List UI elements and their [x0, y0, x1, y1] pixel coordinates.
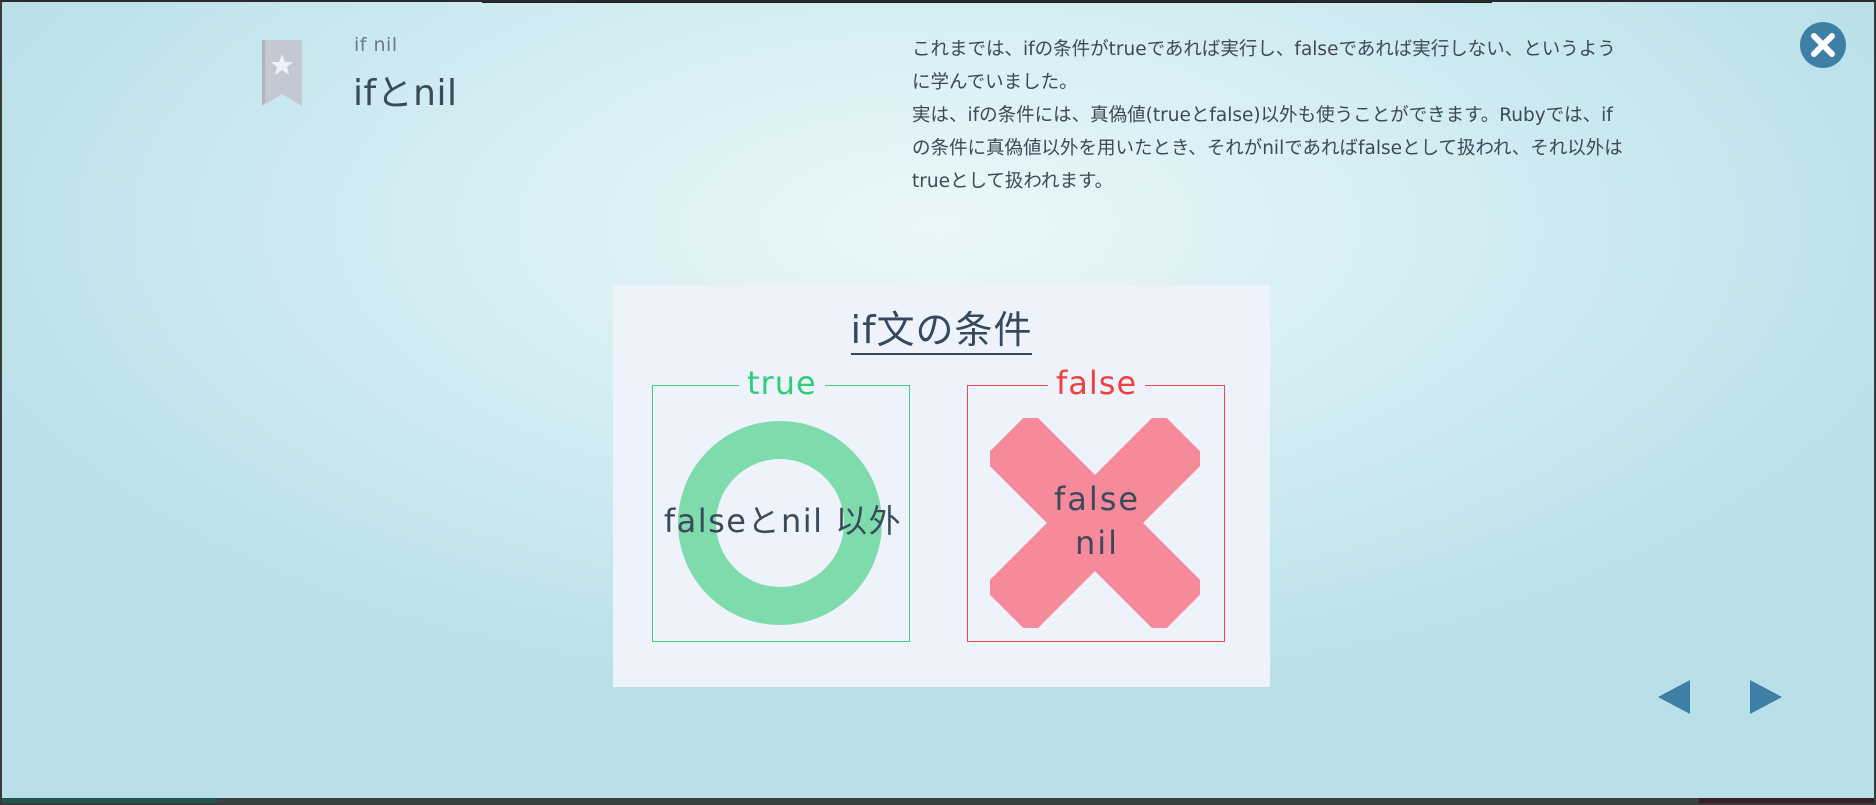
- arrow-right-icon[interactable]: [1748, 678, 1784, 716]
- true-panel-text: falseとnil 以外: [663, 502, 903, 540]
- window-top-strip: [482, 2, 1492, 3]
- slide-figure: if文の条件 true falseとnil 以外 false false nil: [613, 285, 1270, 687]
- true-panel: true falseとnil 以外: [652, 364, 910, 642]
- true-panel-label: true: [739, 364, 825, 402]
- lesson-description: これまでは、ifの条件がtrueであれば実行し、falseであれば実行しない、と…: [912, 33, 1624, 198]
- lesson-title: ifとnil: [353, 73, 458, 114]
- slide-title: if文の条件: [613, 299, 1270, 355]
- false-panel-line-false: false: [1053, 480, 1141, 518]
- false-panel-label: false: [1048, 364, 1146, 402]
- window-bottom-strip: [2, 798, 1874, 803]
- arrow-left-icon[interactable]: [1656, 678, 1692, 716]
- lesson-subtitle: if nil: [354, 34, 398, 56]
- description-paragraph: 実は、ifの条件には、真偽値(trueとfalse)以外も使うことができます。R…: [912, 105, 1623, 192]
- bookmark-star-icon[interactable]: [259, 40, 305, 106]
- false-panel-line-nil: nil: [1074, 524, 1120, 562]
- slide-title-text: if文の条件: [850, 308, 1033, 355]
- description-paragraph: これまでは、ifの条件がtrueであれば実行し、falseであれば実行しない、と…: [912, 39, 1616, 93]
- false-panel-text: false nil: [968, 477, 1226, 565]
- close-button[interactable]: [1800, 22, 1846, 68]
- bottom-strip-right: [1699, 798, 1874, 803]
- false-panel: false false nil: [967, 364, 1226, 642]
- lesson-screen: if nil ifとnil これまでは、ifの条件がtrueであれば実行し、fa…: [0, 0, 1876, 805]
- close-icon: [1811, 33, 1835, 57]
- bottom-strip-left: [2, 798, 217, 803]
